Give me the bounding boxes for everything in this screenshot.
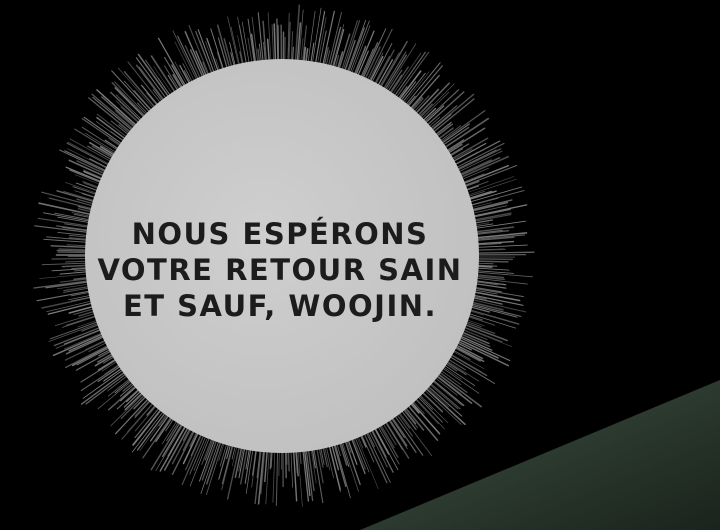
speech-line-3: ET SAUF, WOOJIN.	[122, 289, 438, 323]
speech-line-2: VOTRE RETOUR SAIN	[97, 253, 463, 287]
speech-line-1: NOUS ESPÉRONS	[131, 217, 429, 251]
comic-panel: NOUS ESPÉRONS VOTRE RETOUR SAIN ET SAUF,…	[0, 0, 720, 530]
speech-bubble-text: NOUS ESPÉRONS VOTRE RETOUR SAIN ET SAUF,…	[80, 216, 480, 324]
